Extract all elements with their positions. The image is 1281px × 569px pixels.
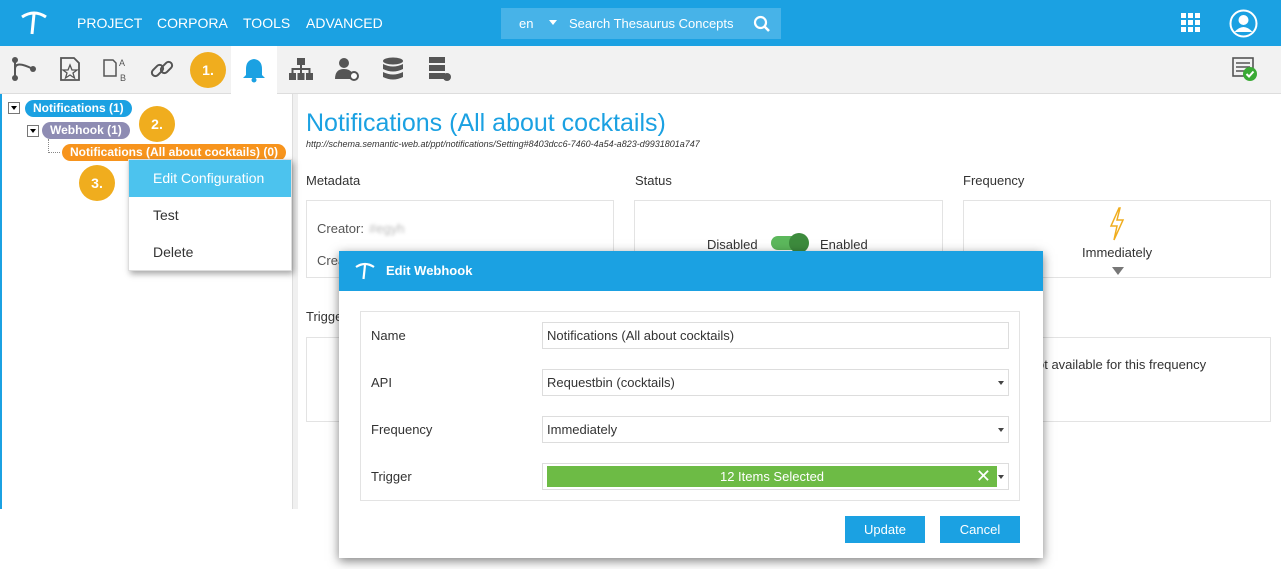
frequency-label: Frequency	[963, 173, 1025, 188]
step-2-badge: 2.	[139, 106, 175, 142]
star-page-icon[interactable]	[57, 56, 83, 82]
chevron-down-icon[interactable]	[998, 475, 1004, 479]
chevron-down-icon[interactable]	[549, 20, 557, 25]
database-icon[interactable]	[380, 56, 406, 82]
creator-label: Creator:	[317, 221, 364, 236]
status-label: Status	[635, 173, 672, 188]
tree-node-webhook[interactable]: Webhook (1)	[42, 122, 130, 139]
tab-notifications[interactable]	[231, 46, 277, 94]
frequency-field-label: Frequency	[371, 422, 433, 437]
api-select-value: Requestbin (cocktails)	[547, 375, 675, 390]
trigger-field-label: Trigger	[371, 469, 412, 484]
link-icon[interactable]	[149, 56, 175, 82]
pane-splitter[interactable]	[292, 94, 298, 509]
frequency-select[interactable]: Immediately	[542, 416, 1009, 443]
top-navigation-bar: PROJECT CORPORA TOOLS ADVANCED en Search…	[0, 0, 1281, 46]
clear-icon[interactable]: ✕	[976, 466, 991, 486]
chevron-down-icon[interactable]	[1112, 267, 1124, 275]
tree-toggle-webhook[interactable]	[27, 125, 39, 137]
menu-corpora[interactable]: CORPORA	[157, 15, 228, 31]
menu-tools[interactable]: TOOLS	[243, 15, 290, 31]
app-logo-icon[interactable]	[20, 10, 48, 36]
menu-item-test[interactable]: Test	[129, 197, 291, 234]
server-icon[interactable]	[426, 56, 452, 82]
user-settings-icon[interactable]	[334, 56, 360, 82]
update-button[interactable]: Update	[845, 516, 925, 543]
bell-icon	[243, 59, 265, 83]
chevron-down-icon[interactable]	[998, 428, 1004, 432]
api-select[interactable]: Requestbin (cocktails)	[542, 369, 1009, 396]
module-toolbar: A B 1.	[0, 46, 1281, 94]
chevron-down-icon[interactable]	[998, 381, 1004, 385]
step-3-badge: 3.	[79, 165, 115, 201]
menu-item-edit-configuration[interactable]: Edit Configuration	[129, 160, 291, 197]
ab-mapping-icon[interactable]: A B	[103, 56, 129, 82]
tree-connector	[48, 139, 60, 153]
org-chart-icon[interactable]	[288, 56, 314, 82]
metadata-label: Metadata	[306, 173, 361, 188]
step-1-badge: 1.	[190, 52, 226, 88]
page-title: Notifications (All about cocktails)	[306, 109, 666, 137]
svg-text:A: A	[119, 58, 125, 68]
language-selector[interactable]: en	[519, 16, 533, 31]
user-profile-icon[interactable]	[1229, 9, 1258, 38]
lightning-icon	[1109, 207, 1125, 241]
app-logo-icon	[355, 262, 375, 280]
context-menu: Edit Configuration Test Delete	[128, 159, 292, 271]
frequency-select-value: Immediately	[547, 422, 618, 437]
webhook-form: Name Notifications (All about cocktails)…	[360, 311, 1020, 501]
frequency-value: Immediately	[1082, 245, 1153, 260]
tree-toggle-root[interactable]	[8, 102, 20, 114]
checked-list-icon[interactable]	[1232, 56, 1258, 82]
trigger-label: Trigge	[306, 309, 343, 324]
menu-advanced[interactable]: ADVANCED	[306, 15, 383, 31]
status-toggle[interactable]	[771, 233, 809, 253]
resource-uri: http://schema.semantic-web.at/ppt/notifi…	[306, 139, 700, 149]
tree-node-notifications[interactable]: Notifications (1)	[25, 100, 132, 117]
search-bar: en Search Thesaurus Concepts	[501, 8, 781, 39]
trigger-selected-tag[interactable]: 12 Items Selected ✕	[547, 466, 997, 487]
dialog-title: Edit Webhook	[386, 263, 473, 278]
hierarchy-icon[interactable]	[11, 56, 37, 82]
status-disabled-label: Disabled	[707, 237, 758, 252]
status-enabled-label: Enabled	[820, 237, 868, 252]
menu-item-delete[interactable]: Delete	[129, 234, 291, 271]
menu-project[interactable]: PROJECT	[77, 15, 142, 31]
name-label: Name	[371, 328, 406, 343]
svg-text:B: B	[120, 73, 126, 82]
api-label: API	[371, 375, 392, 390]
search-input[interactable]: Search Thesaurus Concepts	[569, 16, 734, 31]
creator-value: #egyh	[369, 221, 405, 236]
name-field[interactable]: Notifications (All about cocktails)	[542, 322, 1009, 349]
trigger-note: ot available for this frequency	[1037, 357, 1207, 372]
dialog-header[interactable]: Edit Webhook	[339, 251, 1043, 291]
trigger-multiselect[interactable]: 12 Items Selected ✕	[542, 463, 1009, 490]
trigger-selected-count: 12 Items Selected	[719, 469, 825, 484]
edit-webhook-dialog: Edit Webhook Name Notifications (All abo…	[339, 251, 1043, 558]
apps-grid-icon[interactable]	[1181, 13, 1200, 32]
tree-pane: Notifications (1) Webhook (1) Notificati…	[0, 94, 292, 509]
cancel-button[interactable]: Cancel	[940, 516, 1020, 543]
search-icon[interactable]	[753, 15, 771, 33]
